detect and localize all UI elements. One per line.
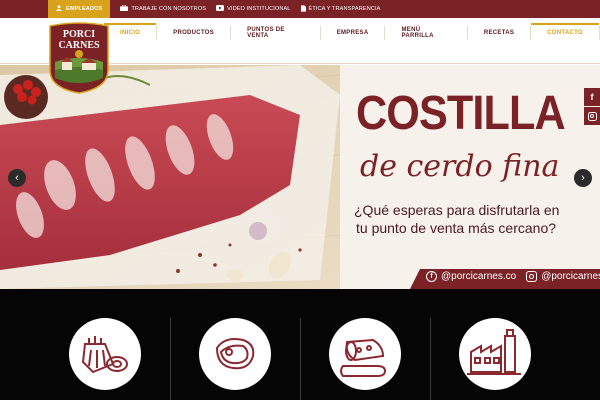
category-factory-button[interactable]	[459, 318, 531, 390]
category-ribs-button[interactable]	[69, 318, 141, 390]
nav-puntos-de-venta[interactable]: PUNTOS DE VENTA	[231, 26, 321, 40]
sausage-icon	[340, 338, 387, 377]
hero-headline: COSTILLA	[356, 87, 566, 140]
nav-recetas[interactable]: RECETAS	[468, 26, 532, 40]
nav-empresa[interactable]: EMPRESA	[321, 26, 386, 40]
carousel-prev-button[interactable]: ‹	[8, 169, 26, 187]
facebook-icon: f	[426, 271, 437, 282]
work-with-us-label: TRABAJE CON NOSOTROS	[131, 6, 207, 12]
briefcase-icon	[120, 4, 129, 13]
work-with-us-link[interactable]: TRABAJE CON NOSOTROS	[120, 4, 207, 13]
document-icon	[300, 4, 306, 14]
nav-inicio[interactable]: INICIO	[104, 23, 158, 40]
hero-banner: COSTILLA de cerdo fina ¿Qué esperas para…	[0, 65, 600, 289]
ethics-label: ÉTICA Y TRANSPARENCIA	[308, 6, 381, 12]
facebook-side-button[interactable]: f	[584, 88, 600, 106]
institutional-video-link[interactable]: VIDEO INSTITUCIONAL	[216, 5, 290, 13]
chevron-left-icon: ‹	[15, 172, 19, 184]
facebook-side-icon: f	[590, 92, 594, 102]
nav-contacto[interactable]: CONTACTO	[531, 23, 600, 40]
porcicarnes-logo[interactable]: PORCI CARNES	[48, 22, 110, 94]
factory-icon	[467, 329, 521, 375]
svg-text:PORCI: PORCI	[63, 29, 95, 40]
steak-icon	[215, 338, 255, 370]
category-sausage-button[interactable]	[329, 318, 401, 390]
instagram-icon	[526, 271, 538, 282]
hero-script: de cerdo fina	[360, 149, 560, 184]
instagram-handle[interactable]: @porcicarnes.co	[541, 271, 600, 282]
hero-question-line2: tu punto de venta más cercano?	[356, 220, 557, 236]
svg-text:CARNES: CARNES	[58, 40, 100, 51]
hero-question-line1: ¿Qué esperas para disfrutarla en	[354, 202, 560, 218]
instagram-side-button[interactable]	[584, 107, 600, 125]
youtube-icon	[216, 5, 225, 13]
employees-label: EMPLEADOS	[66, 6, 103, 12]
main-navigation: INICIO PRODUCTOS PUNTOS DE VENTA EMPRESA…	[104, 23, 600, 40]
instagram-side-icon	[587, 111, 597, 121]
hero-social-strip: f @porcicarnes.co @porcicarnes.co	[426, 271, 600, 282]
employees-link[interactable]: EMPLEADOS	[48, 0, 111, 18]
ethics-link[interactable]: ÉTICA Y TRANSPARENCIA	[300, 4, 381, 14]
nav-productos[interactable]: PRODUCTOS	[157, 26, 232, 40]
user-icon	[56, 5, 62, 13]
institutional-video-label: VIDEO INSTITUCIONAL	[227, 6, 291, 12]
facebook-handle[interactable]: @porcicarnes.co	[441, 271, 516, 282]
category-divider	[300, 318, 301, 400]
ribs-icon	[81, 336, 128, 374]
nav-menu-parrilla[interactable]: MENÚ PARRILLA	[385, 26, 468, 40]
chevron-right-icon: ›	[581, 172, 585, 184]
category-divider	[430, 318, 431, 400]
category-steak-button[interactable]	[199, 318, 271, 390]
carousel-next-button[interactable]: ›	[574, 169, 592, 187]
top-utility-bar: EMPLEADOS TRABAJE CON NOSOTROS VIDEO INS…	[0, 0, 600, 18]
category-divider	[170, 318, 171, 400]
